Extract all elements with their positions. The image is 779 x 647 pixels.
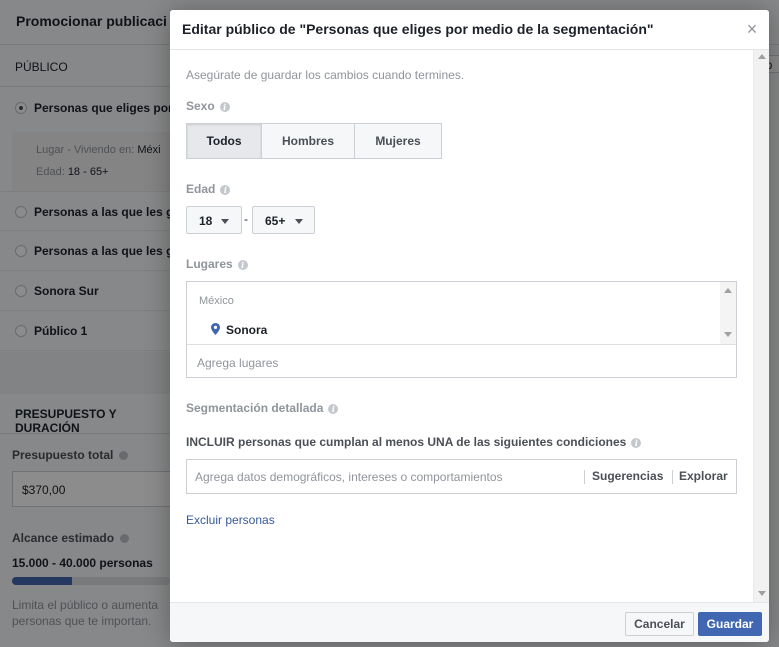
- location-pin-icon: [211, 323, 220, 335]
- suggestions-button[interactable]: Sugerencias: [592, 469, 663, 483]
- info-icon[interactable]: i: [220, 185, 231, 195]
- sex-option-all[interactable]: Todos: [186, 123, 262, 159]
- exclude-people-link[interactable]: Excluir personas: [186, 513, 275, 527]
- locations-box: México Sonora Agrega lugares: [186, 281, 737, 378]
- dialog-title: Editar público de "Personas que eliges p…: [182, 21, 654, 37]
- info-icon[interactable]: i: [328, 404, 339, 414]
- scroll-down-icon[interactable]: [724, 332, 732, 337]
- location-item[interactable]: Sonora: [226, 323, 267, 337]
- cancel-button[interactable]: Cancelar: [625, 612, 694, 636]
- info-icon[interactable]: i: [631, 438, 642, 448]
- add-locations-input[interactable]: Agrega lugares: [197, 356, 278, 370]
- detailed-targeting-label: Segmentación detallada i: [186, 401, 339, 415]
- dialog-body: Asegúrate de guardar los cambios cuando …: [170, 50, 769, 602]
- chevron-down-icon: [221, 219, 229, 224]
- scroll-up-icon[interactable]: [724, 288, 732, 293]
- age-max-value: 65+: [265, 214, 286, 228]
- detailed-targeting-input[interactable]: Agrega datos demográficos, intereses o c…: [186, 459, 737, 494]
- dialog-header: Editar público de "Personas que eliges p…: [170, 10, 769, 50]
- scroll-down-icon[interactable]: [758, 591, 766, 596]
- location-country: México: [199, 295, 234, 307]
- scroll-up-icon[interactable]: [758, 54, 766, 59]
- chevron-down-icon: [295, 219, 303, 224]
- dialog-scrollbar[interactable]: [753, 50, 769, 602]
- info-icon[interactable]: i: [237, 260, 248, 270]
- age-min-dropdown[interactable]: 18: [186, 206, 242, 234]
- sex-option-women[interactable]: Mujeres: [354, 123, 442, 159]
- sex-label: Sexo i: [186, 99, 230, 113]
- age-max-dropdown[interactable]: 65+: [252, 206, 315, 234]
- dialog-footer: Cancelar Guardar: [170, 602, 769, 642]
- sex-option-men[interactable]: Hombres: [261, 123, 355, 159]
- include-label: INCLUIR personas que cumplan al menos UN…: [186, 435, 642, 449]
- edit-audience-dialog: Editar público de "Personas que eliges p…: [170, 10, 769, 642]
- locations-scrollbar[interactable]: [720, 282, 736, 344]
- explore-button[interactable]: Explorar: [679, 469, 728, 483]
- save-hint: Asegúrate de guardar los cambios cuando …: [186, 68, 465, 82]
- age-separator: -: [244, 212, 248, 226]
- divider: [672, 470, 673, 484]
- locations-label: Lugares i: [186, 257, 248, 271]
- divider: [187, 344, 736, 345]
- save-button[interactable]: Guardar: [698, 612, 762, 636]
- info-icon[interactable]: i: [219, 102, 230, 112]
- age-min-value: 18: [199, 214, 213, 228]
- detailed-targeting-placeholder[interactable]: Agrega datos demográficos, intereses o c…: [195, 470, 503, 484]
- close-icon[interactable]: ×: [745, 20, 759, 38]
- age-label: Edad i: [186, 182, 231, 196]
- divider: [584, 470, 585, 484]
